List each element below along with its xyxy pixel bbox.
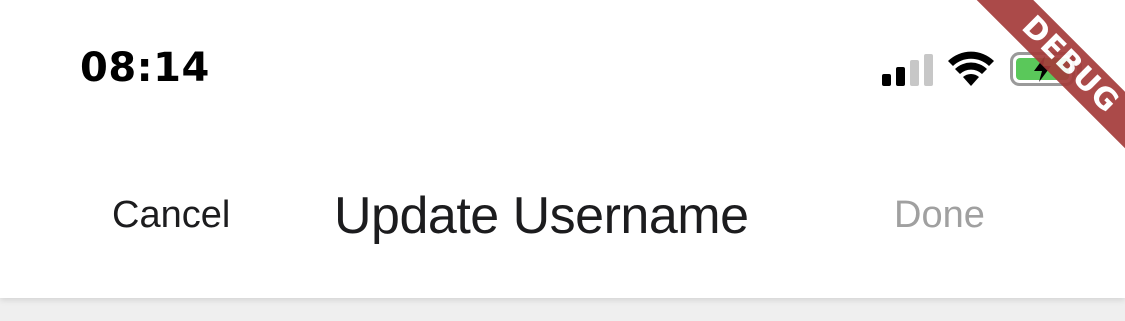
page-title: Update Username	[334, 187, 749, 245]
cellular-signal-icon	[882, 54, 934, 86]
screen: 08:14 Cancel Update Username Done DEBUG	[0, 0, 1125, 321]
status-bar-time: 08:14	[80, 45, 210, 91]
cancel-button[interactable]: Cancel	[112, 193, 230, 237]
header: 08:14 Cancel Update Username Done	[0, 0, 1125, 298]
done-button[interactable]: Done	[894, 193, 985, 237]
wifi-icon	[948, 51, 994, 86]
